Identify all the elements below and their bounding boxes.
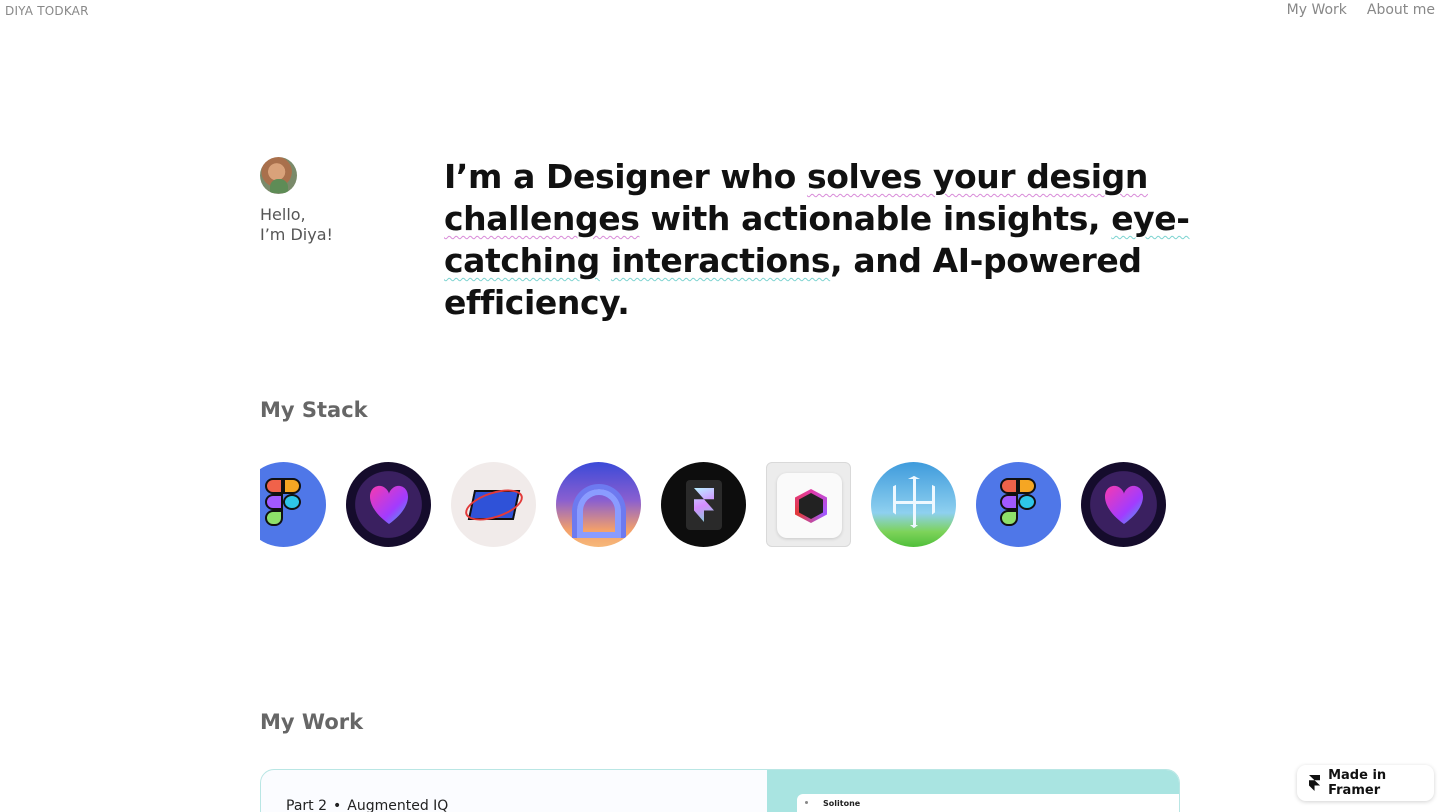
stack-carousel: [260, 462, 1170, 548]
figma-icon: [260, 462, 326, 547]
work-title: My Work: [260, 710, 364, 734]
stack-title: My Stack: [260, 398, 368, 422]
greeting: Hello, I’m Diya!: [260, 205, 333, 245]
cube-app-icon: [766, 462, 851, 547]
webflow-icon: [451, 462, 536, 547]
framer-icon: [661, 462, 746, 547]
framer-logo-icon: [1309, 775, 1321, 791]
headline-part-3: [600, 241, 611, 280]
work-card-preview: Solitone: [767, 770, 1179, 812]
work-card-separator: •: [333, 798, 342, 812]
heart-app-icon: [346, 462, 431, 547]
greeting-line-1: Hello,: [260, 205, 306, 224]
headline-highlight-3: interactions: [610, 241, 831, 280]
preview-mockup: Solitone: [797, 794, 1179, 812]
headline-part-1: I’m a Designer who: [444, 157, 807, 196]
work-card-part: Part 2: [286, 798, 327, 812]
greeting-line-2: I’m Diya!: [260, 225, 333, 244]
made-in-framer-badge[interactable]: Made in Framer: [1297, 765, 1434, 801]
hero-headline: I’m a Designer who solves your design ch…: [444, 156, 1204, 324]
work-card-info: Part 2 • Augmented IQ: [261, 770, 767, 812]
figma-icon: [976, 462, 1061, 547]
nav-my-work[interactable]: My Work: [1287, 2, 1347, 18]
preview-dot-icon: [805, 801, 808, 804]
avatar: [260, 157, 297, 194]
headline-part-2: with actionable insights,: [639, 199, 1112, 238]
site-brand[interactable]: DIYA TODKAR: [5, 4, 89, 18]
heart-app-icon: [1081, 462, 1166, 547]
preview-brand: Solitone: [823, 799, 861, 808]
nav-about-me[interactable]: About me: [1367, 2, 1435, 18]
work-card-project: Augmented IQ: [347, 798, 449, 812]
main-nav: My Work About me: [1287, 2, 1435, 18]
top-bar: DIYA TODKAR My Work About me: [0, 0, 1440, 24]
made-in-framer-label: Made in Framer: [1328, 768, 1387, 798]
stack-row: [260, 462, 1166, 547]
work-card-meta: Part 2 • Augmented IQ: [286, 798, 448, 812]
perplexity-icon: [871, 462, 956, 547]
arch-app-icon: [556, 462, 641, 547]
work-card[interactable]: Part 2 • Augmented IQ Solitone: [260, 769, 1180, 812]
